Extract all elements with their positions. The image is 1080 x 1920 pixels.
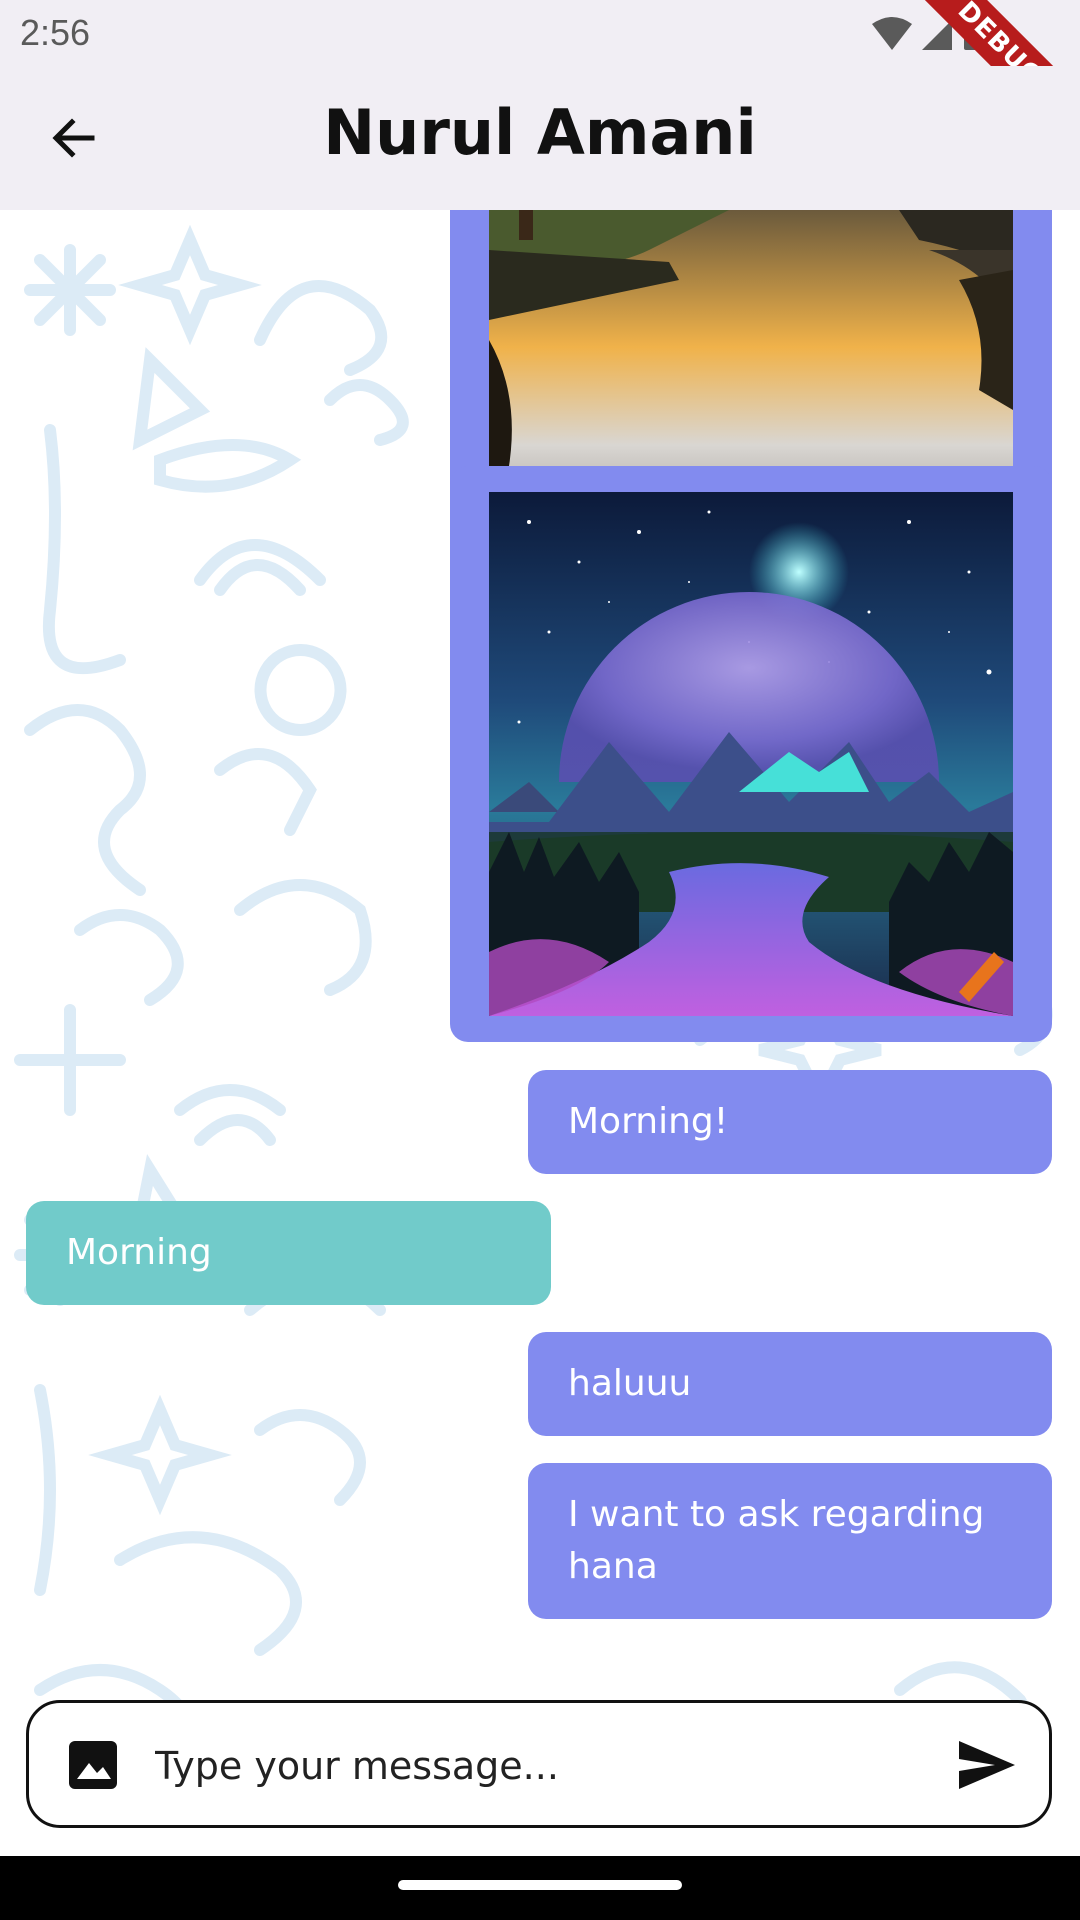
wifi-icon bbox=[872, 17, 912, 50]
app-bar: Nurul Amani bbox=[0, 66, 1080, 210]
message-outgoing[interactable]: Morning! bbox=[528, 1070, 1052, 1174]
system-navigation-bar bbox=[0, 1856, 1080, 1920]
signal-icon bbox=[922, 20, 952, 50]
night-landscape-picture bbox=[489, 492, 1013, 1016]
chat-messages-area[interactable]: Morning! Morning haluuu I want to ask re… bbox=[0, 210, 1080, 1856]
night-landscape-image[interactable] bbox=[489, 492, 1013, 1016]
message-outgoing[interactable]: haluuu bbox=[528, 1332, 1052, 1436]
home-handle[interactable] bbox=[398, 1880, 682, 1890]
image-icon[interactable] bbox=[67, 1739, 119, 1791]
message-composer bbox=[26, 1700, 1052, 1828]
message-incoming[interactable]: Morning bbox=[26, 1201, 551, 1305]
message-outgoing[interactable]: I want to ask regarding hana bbox=[528, 1463, 1052, 1619]
chat-title: Nurul Amani bbox=[323, 96, 757, 169]
status-bar: 2:56 DEBUG bbox=[0, 0, 1080, 166]
send-icon[interactable] bbox=[955, 1735, 1019, 1795]
message-input[interactable] bbox=[153, 1725, 937, 1807]
status-time: 2:56 bbox=[20, 12, 91, 53]
image-message-night[interactable] bbox=[450, 466, 1052, 1042]
